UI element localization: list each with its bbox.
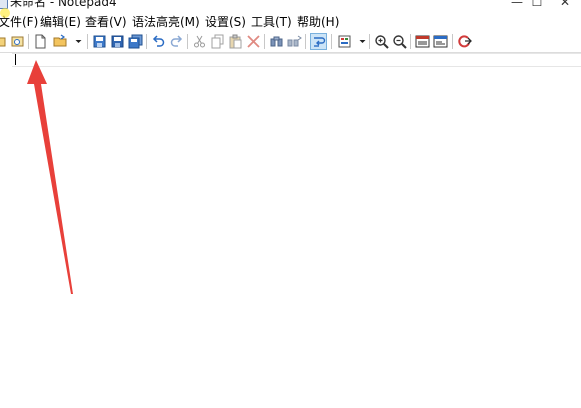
toolbar-separator xyxy=(369,34,370,49)
save-copy-icon[interactable] xyxy=(128,34,143,49)
toolbar-separator xyxy=(187,34,188,49)
dropdown-arrow-icon[interactable] xyxy=(355,34,366,49)
zoom-out-icon[interactable] xyxy=(392,34,407,49)
menu-syntax[interactable]: 语法高亮(M) xyxy=(132,15,200,30)
toolbar xyxy=(0,32,581,51)
find-icon[interactable] xyxy=(269,34,284,49)
open-recent-icon[interactable] xyxy=(0,34,7,49)
dropdown-arrow-icon[interactable] xyxy=(71,34,82,49)
zoom-in-icon[interactable] xyxy=(374,34,389,49)
cut-icon[interactable] xyxy=(192,34,207,49)
paste-icon[interactable] xyxy=(228,34,243,49)
menu-tools[interactable]: 工具(T) xyxy=(251,15,292,30)
close-button[interactable]: ✕ xyxy=(545,0,581,9)
toolbar-separator xyxy=(305,34,306,49)
toolbar-separator xyxy=(87,34,88,49)
redo-icon[interactable] xyxy=(169,34,184,49)
editor-area[interactable] xyxy=(0,52,581,408)
mouse-cursor-highlight xyxy=(0,8,10,18)
toolbar-separator xyxy=(28,34,29,49)
word-wrap-icon[interactable] xyxy=(310,33,327,50)
settings-icon[interactable] xyxy=(433,34,448,49)
replace-icon[interactable] xyxy=(287,34,302,49)
delete-icon[interactable] xyxy=(246,34,261,49)
toolbar-separator xyxy=(264,34,265,49)
menu-help[interactable]: 帮助(H) xyxy=(297,15,339,30)
menu-settings[interactable]: 设置(S) xyxy=(205,15,246,30)
title-bar: 未命名 - Notepad4 — ☐ ✕ xyxy=(0,0,581,12)
save-icon[interactable] xyxy=(92,34,107,49)
toolbar-separator xyxy=(410,34,411,49)
exit-icon[interactable] xyxy=(457,34,472,49)
scheme-icon[interactable] xyxy=(337,34,352,49)
menu-bar: 文件(F) 编辑(E) 查看(V) 语法高亮(M) 设置(S) 工具(T) 帮助… xyxy=(0,13,581,32)
view-icon[interactable] xyxy=(415,34,430,49)
undo-icon[interactable] xyxy=(151,34,166,49)
save-as-icon[interactable] xyxy=(110,34,125,49)
menu-edit[interactable]: 编辑(E) xyxy=(40,15,81,30)
menu-view[interactable]: 查看(V) xyxy=(85,15,127,30)
editor-margin xyxy=(0,53,12,408)
copy-icon[interactable] xyxy=(210,34,225,49)
toolbar-separator xyxy=(331,34,332,49)
window-title: 未命名 - Notepad4 xyxy=(10,0,117,9)
toolbar-separator xyxy=(146,34,147,49)
new-file-icon[interactable] xyxy=(33,34,48,49)
current-line-highlight xyxy=(12,53,581,67)
find-file-icon[interactable] xyxy=(10,34,25,49)
text-caret xyxy=(15,54,16,65)
toolbar-separator xyxy=(452,34,453,49)
open-folder-icon[interactable] xyxy=(53,34,68,49)
